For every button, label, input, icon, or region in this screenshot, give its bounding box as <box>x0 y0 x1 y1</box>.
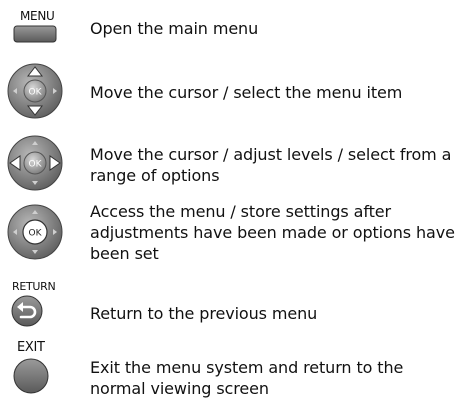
ok-label: OK <box>29 88 43 98</box>
menu-button-icon[interactable] <box>13 25 57 47</box>
dpad-left-right-icon[interactable]: OK <box>6 134 64 196</box>
ok-description: Access the menu / store settings after a… <box>90 202 455 263</box>
exit-button-label: EXIT <box>17 340 45 355</box>
row-dpad-up-down: OK Move the cursor / select the menu ite… <box>0 58 460 120</box>
row-exit: EXIT Exit the menu system and return to … <box>0 336 460 398</box>
row-dpad-left-right: OK Move the cursor / adjust levels / sel… <box>0 130 460 192</box>
dpad-up-down-description: Move the cursor / select the menu item <box>90 83 403 102</box>
ok-label: OK <box>29 160 43 170</box>
return-button-label: RETURN <box>12 280 56 293</box>
return-description: Return to the previous menu <box>90 304 318 323</box>
dpad-left-right-description: Move the cursor / adjust levels / select… <box>90 145 452 185</box>
row-ok: OK Access the menu / store settings afte… <box>0 200 460 268</box>
menu-button-label: MENU <box>20 9 55 23</box>
exit-description: Exit the menu system and return to the n… <box>90 358 404 398</box>
exit-button-icon[interactable] <box>13 358 49 398</box>
menu-description: Open the main menu <box>90 19 259 38</box>
ok-button-icon[interactable]: OK <box>6 203 64 265</box>
dpad-up-down-icon[interactable]: OK <box>6 62 64 124</box>
row-menu: MENU Open the main menu <box>0 0 460 52</box>
row-return: RETURN Return to the previous menu <box>0 278 460 330</box>
return-button-icon[interactable] <box>11 295 43 331</box>
ok-label: OK <box>29 229 43 239</box>
